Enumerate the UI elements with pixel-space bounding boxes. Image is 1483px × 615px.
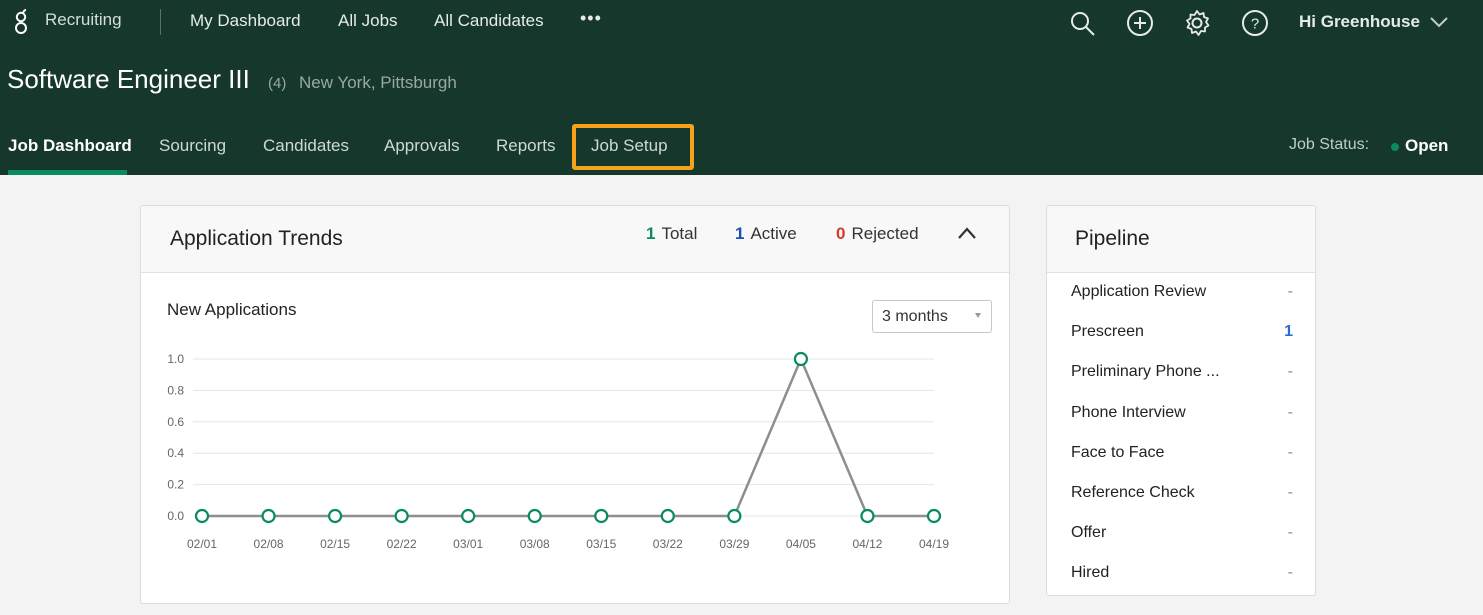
pipeline-stage-label: Prescreen bbox=[1071, 323, 1144, 341]
x-tick-label: 04/05 bbox=[786, 537, 816, 551]
x-tick-label: 03/22 bbox=[653, 537, 683, 551]
pipeline-header: Pipeline bbox=[1047, 206, 1315, 273]
pipeline-stage-count: - bbox=[1287, 283, 1293, 300]
search-icon[interactable] bbox=[1067, 8, 1097, 38]
tab-reports[interactable]: Reports bbox=[496, 136, 556, 156]
y-tick-label: 0.2 bbox=[167, 478, 184, 492]
job-locations: New York, Pittsburgh bbox=[299, 73, 457, 92]
svg-text:?: ? bbox=[1251, 16, 1259, 33]
pipeline-stage-row[interactable]: Offer - bbox=[1071, 524, 1293, 548]
settings-gear-icon[interactable] bbox=[1182, 8, 1212, 38]
pipeline-stage-label: Preliminary Phone ... bbox=[1071, 363, 1220, 381]
data-point[interactable] bbox=[194, 508, 210, 524]
tab-sourcing[interactable]: Sourcing bbox=[159, 136, 226, 156]
pipeline-stage-count: - bbox=[1287, 564, 1293, 582]
active-tab-indicator bbox=[8, 170, 127, 175]
tab-job-dashboard[interactable]: Job Dashboard bbox=[8, 136, 132, 156]
data-point[interactable] bbox=[926, 508, 942, 524]
status-dot-icon bbox=[1391, 143, 1399, 151]
data-point[interactable] bbox=[527, 508, 542, 524]
tab-candidates[interactable]: Candidates bbox=[263, 136, 349, 156]
brand-recruiting[interactable]: Recruiting bbox=[45, 10, 122, 30]
pipeline-stage-label: Phone Interview bbox=[1071, 403, 1186, 421]
pipeline-stage-row[interactable]: Phone Interview - bbox=[1071, 404, 1293, 428]
x-tick-label: 03/01 bbox=[453, 537, 483, 551]
pipeline-stage-row[interactable]: Prescreen 1 bbox=[1071, 323, 1293, 347]
data-point[interactable] bbox=[261, 508, 276, 524]
pipeline-card: Pipeline Application Review - Prescreen 1 Pr… bbox=[1046, 205, 1316, 596]
pipeline-stage-row[interactable]: Preliminary Phone ... - bbox=[1071, 363, 1293, 387]
nav-my-dashboard[interactable]: My Dashboard bbox=[190, 11, 301, 31]
pipeline-stage-count: - bbox=[1287, 484, 1293, 501]
x-tick-label: 04/19 bbox=[919, 537, 949, 551]
pipeline-stage-count: - bbox=[1287, 524, 1293, 542]
add-icon[interactable] bbox=[1125, 8, 1155, 38]
x-tick-label: 04/12 bbox=[852, 537, 882, 551]
x-tick-label: 03/15 bbox=[586, 537, 616, 551]
data-point[interactable] bbox=[394, 508, 409, 524]
pipeline-stage-count: - bbox=[1287, 363, 1293, 381]
top-navigation: Recruiting My Dashboard All Jobs All Can… bbox=[0, 0, 1483, 44]
pipeline-stage-count[interactable]: 1 bbox=[1284, 323, 1293, 341]
nav-all-jobs[interactable]: All Jobs bbox=[338, 11, 398, 31]
greenhouse-logo-icon[interactable] bbox=[12, 6, 30, 36]
x-tick-label: 02/15 bbox=[320, 537, 350, 551]
pipeline-stage-count: - bbox=[1287, 443, 1293, 461]
pipeline-stage-row[interactable]: Reference Check - bbox=[1071, 484, 1293, 508]
pipeline-stage-label: Offer bbox=[1071, 524, 1107, 542]
pipeline-stage-row[interactable]: Face to Face - bbox=[1071, 444, 1293, 468]
job-openings-count: (4) bbox=[268, 75, 287, 92]
y-tick-label: 0.0 bbox=[167, 509, 184, 523]
data-point[interactable] bbox=[660, 508, 675, 524]
data-point[interactable] bbox=[461, 508, 476, 524]
app-header: Recruiting My Dashboard All Jobs All Can… bbox=[0, 0, 1483, 175]
pipeline-stage-label: Application Review bbox=[1071, 283, 1207, 300]
pipeline-stage-label: Hired bbox=[1071, 564, 1110, 582]
series-line bbox=[202, 355, 934, 518]
job-status-label: Job Status: bbox=[1289, 136, 1370, 153]
job-status-value[interactable]: Open bbox=[1405, 136, 1448, 156]
pipeline-stage-row[interactable]: Hired - bbox=[1071, 564, 1293, 588]
data-point[interactable] bbox=[594, 508, 609, 524]
data-point[interactable] bbox=[860, 508, 875, 524]
pipeline-stage-count: - bbox=[1287, 403, 1293, 421]
x-tick-label: 02/01 bbox=[187, 537, 217, 551]
x-tick-label: 03/08 bbox=[520, 537, 550, 551]
pipeline-title: Pipeline bbox=[1075, 227, 1150, 250]
user-greeting-menu[interactable]: Hi Greenhouse bbox=[1299, 12, 1420, 32]
more-menu-icon[interactable]: ••• bbox=[580, 8, 602, 29]
x-tick-label: 03/29 bbox=[719, 537, 749, 551]
data-point[interactable] bbox=[727, 508, 742, 524]
y-tick-label: 0.8 bbox=[167, 383, 184, 397]
help-icon[interactable]: ? bbox=[1240, 8, 1270, 38]
x-tick-label: 02/22 bbox=[387, 537, 417, 551]
data-point[interactable] bbox=[327, 508, 343, 524]
new-applications-chart: 0.0 0.2 0.4 0.6 0.8 1.0 02/01 02/08 02/15 02/22 03… bbox=[167, 351, 949, 551]
nav-all-candidates[interactable]: All Candidates bbox=[434, 11, 544, 31]
chevron-down-icon[interactable] bbox=[1428, 14, 1450, 30]
y-tick-label: 0.4 bbox=[167, 446, 184, 460]
pipeline-stage-label: Face to Face bbox=[1071, 443, 1165, 461]
application-trends-card: Application Trends 1 Total 1 Active 0 Rejec… bbox=[140, 205, 1010, 604]
tab-approvals[interactable]: Approvals bbox=[384, 136, 460, 156]
job-title: Software Engineer III bbox=[7, 64, 250, 94]
nav-divider bbox=[160, 9, 161, 35]
data-point[interactable] bbox=[793, 351, 809, 367]
pipeline-stage-label: Reference Check bbox=[1071, 484, 1195, 501]
tab-job-setup[interactable]: Job Setup bbox=[591, 136, 668, 156]
y-tick-label: 0.6 bbox=[167, 415, 184, 429]
y-tick-label: 1.0 bbox=[167, 352, 184, 366]
x-tick-label: 02/08 bbox=[254, 537, 284, 551]
pipeline-stage-row[interactable]: Application Review - bbox=[1071, 283, 1293, 307]
